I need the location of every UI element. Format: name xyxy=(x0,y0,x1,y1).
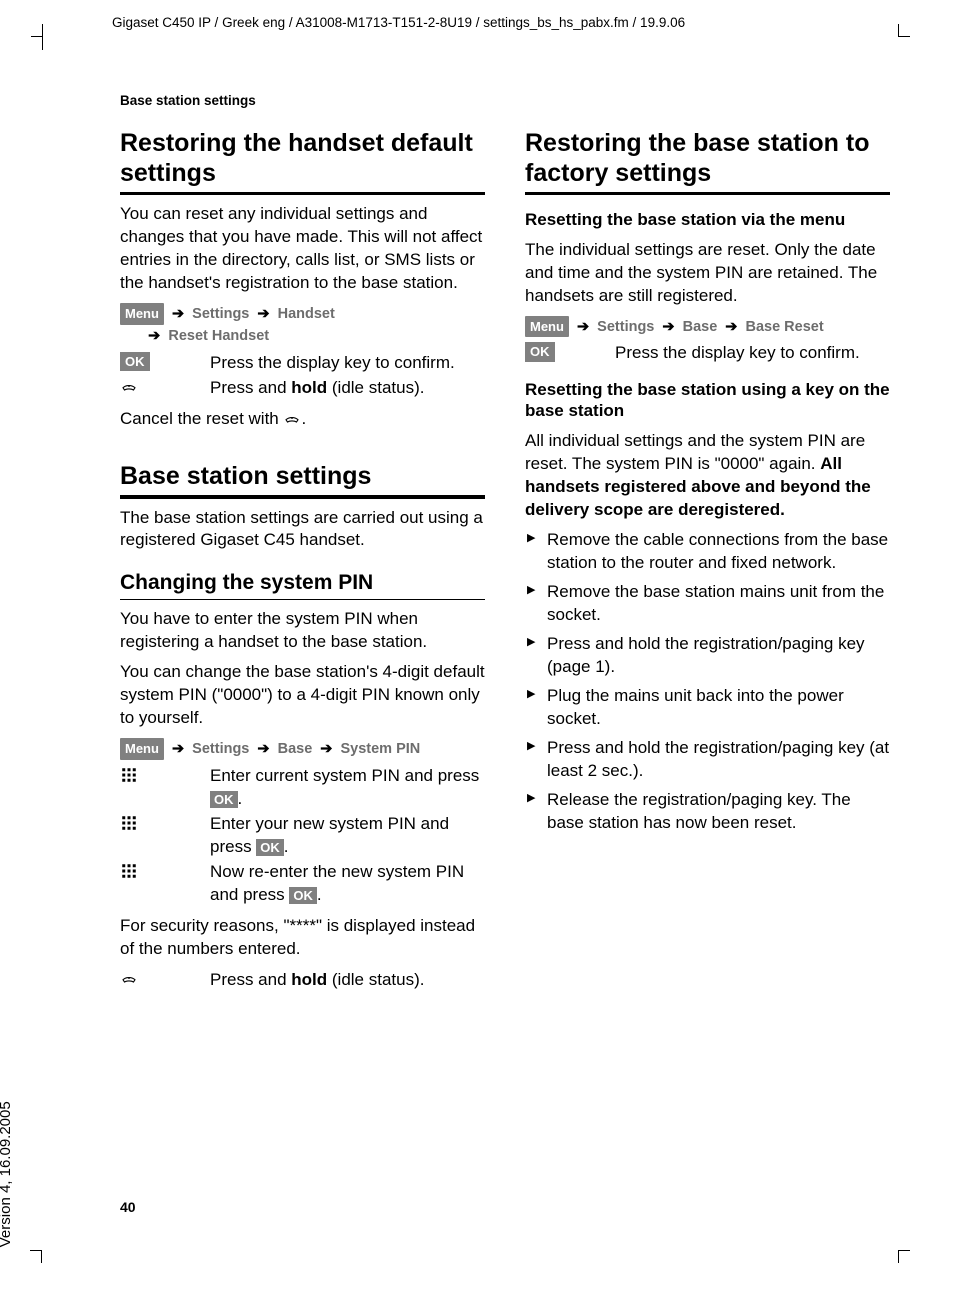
hangup-icon xyxy=(283,410,301,428)
menu-key-icon: Menu xyxy=(525,316,569,338)
para: All individual settings and the system P… xyxy=(525,430,890,522)
arrow-icon: ➔ xyxy=(725,317,737,339)
list-item: Press and hold the registration/paging k… xyxy=(525,737,890,783)
heading-base-station: Base station settings xyxy=(120,461,485,499)
crop-mark xyxy=(884,1237,898,1251)
menu-path-system-pin: Menu ➔ Settings ➔ Base ➔ System PIN xyxy=(120,738,485,761)
menu-key-icon: Menu xyxy=(120,303,164,325)
arrow-icon: ➔ xyxy=(320,739,332,761)
nav-label: Settings xyxy=(597,319,654,335)
heading-restore-handset: Restoring the handset default settings xyxy=(120,128,485,195)
arrow-icon: ➔ xyxy=(577,317,589,339)
heading-reset-via-key: Resetting the base station using a key o… xyxy=(525,379,890,422)
crop-mark xyxy=(42,1237,56,1251)
nav-label: Base Reset xyxy=(745,319,823,335)
nav-label: Base xyxy=(683,319,718,335)
para: You can change the base station's 4-digi… xyxy=(120,661,485,730)
step-text: Enter current system PIN and press OK. xyxy=(210,765,485,811)
arrow-icon: ➔ xyxy=(172,739,184,761)
ok-key-icon: OK xyxy=(289,887,317,905)
heading-restore-base: Restoring the base station to factory se… xyxy=(525,128,890,195)
version-label: Version 4, 16.09.2005 xyxy=(0,1101,16,1247)
arrow-icon: ➔ xyxy=(662,317,674,339)
list-item: Plug the mains unit back into the power … xyxy=(525,685,890,731)
para: You can reset any individual settings an… xyxy=(120,203,485,295)
hangup-icon xyxy=(120,969,210,989)
list-item: Press and hold the registration/paging k… xyxy=(525,633,890,679)
heading-system-pin: Changing the system PIN xyxy=(120,570,485,599)
arrow-icon: ➔ xyxy=(172,304,184,326)
nav-label: Reset Handset xyxy=(168,328,269,344)
step-text: Enter your new system PIN and press OK. xyxy=(210,813,485,859)
right-column: Restoring the base station to factory se… xyxy=(525,128,890,993)
nav-label: Base xyxy=(278,741,313,757)
list-item: Remove the base station mains unit from … xyxy=(525,581,890,627)
list-item: Release the registration/paging key. The… xyxy=(525,789,890,835)
ok-key-icon: OK xyxy=(525,342,555,362)
running-head: Base station settings xyxy=(120,92,894,110)
nav-label: Settings xyxy=(192,306,249,322)
page-number: 40 xyxy=(120,1198,136,1217)
para: Cancel the reset with . xyxy=(120,408,485,431)
para: The individual settings are reset. Only … xyxy=(525,239,890,308)
keypad-icon xyxy=(120,861,210,881)
para: The base station settings are carried ou… xyxy=(120,507,485,553)
para: For security reasons, "****" is displaye… xyxy=(120,915,485,961)
nav-label: System PIN xyxy=(340,741,420,757)
step-text: Press and hold (idle status). xyxy=(210,969,485,992)
ok-key-icon: OK xyxy=(120,352,150,372)
menu-path-reset-handset: Menu ➔ Settings ➔ Handset ➔ Reset Handse… xyxy=(120,303,485,348)
nav-label: Handset xyxy=(278,306,335,322)
crop-mark xyxy=(42,36,57,50)
doc-meta-header: Gigaset C450 IP / Greek eng / A31008-M17… xyxy=(60,14,894,32)
menu-key-icon: Menu xyxy=(120,738,164,760)
step-text: Press the display key to confirm. xyxy=(615,342,890,365)
step-text: Now re-enter the new system PIN and pres… xyxy=(210,861,485,907)
crop-mark xyxy=(884,36,898,50)
list-item: Remove the cable connections from the ba… xyxy=(525,529,890,575)
nav-label: Settings xyxy=(192,741,249,757)
reset-steps-list: Remove the cable connections from the ba… xyxy=(525,529,890,834)
hangup-icon xyxy=(120,377,210,397)
para: You have to enter the system PIN when re… xyxy=(120,608,485,654)
keypad-icon xyxy=(120,813,210,833)
step-text: Press the display key to confirm. xyxy=(210,352,485,375)
arrow-icon: ➔ xyxy=(257,739,269,761)
ok-key-icon: OK xyxy=(256,839,284,857)
menu-path-base-reset: Menu ➔ Settings ➔ Base ➔ Base Reset xyxy=(525,316,890,339)
left-column: Restoring the handset default settings Y… xyxy=(120,128,485,993)
keypad-icon xyxy=(120,765,210,785)
arrow-icon: ➔ xyxy=(148,326,160,348)
step-text: Press and hold (idle status). xyxy=(210,377,485,400)
arrow-icon: ➔ xyxy=(257,304,269,326)
ok-key-icon: OK xyxy=(210,791,238,809)
heading-reset-via-menu: Resetting the base station via the menu xyxy=(525,209,890,230)
